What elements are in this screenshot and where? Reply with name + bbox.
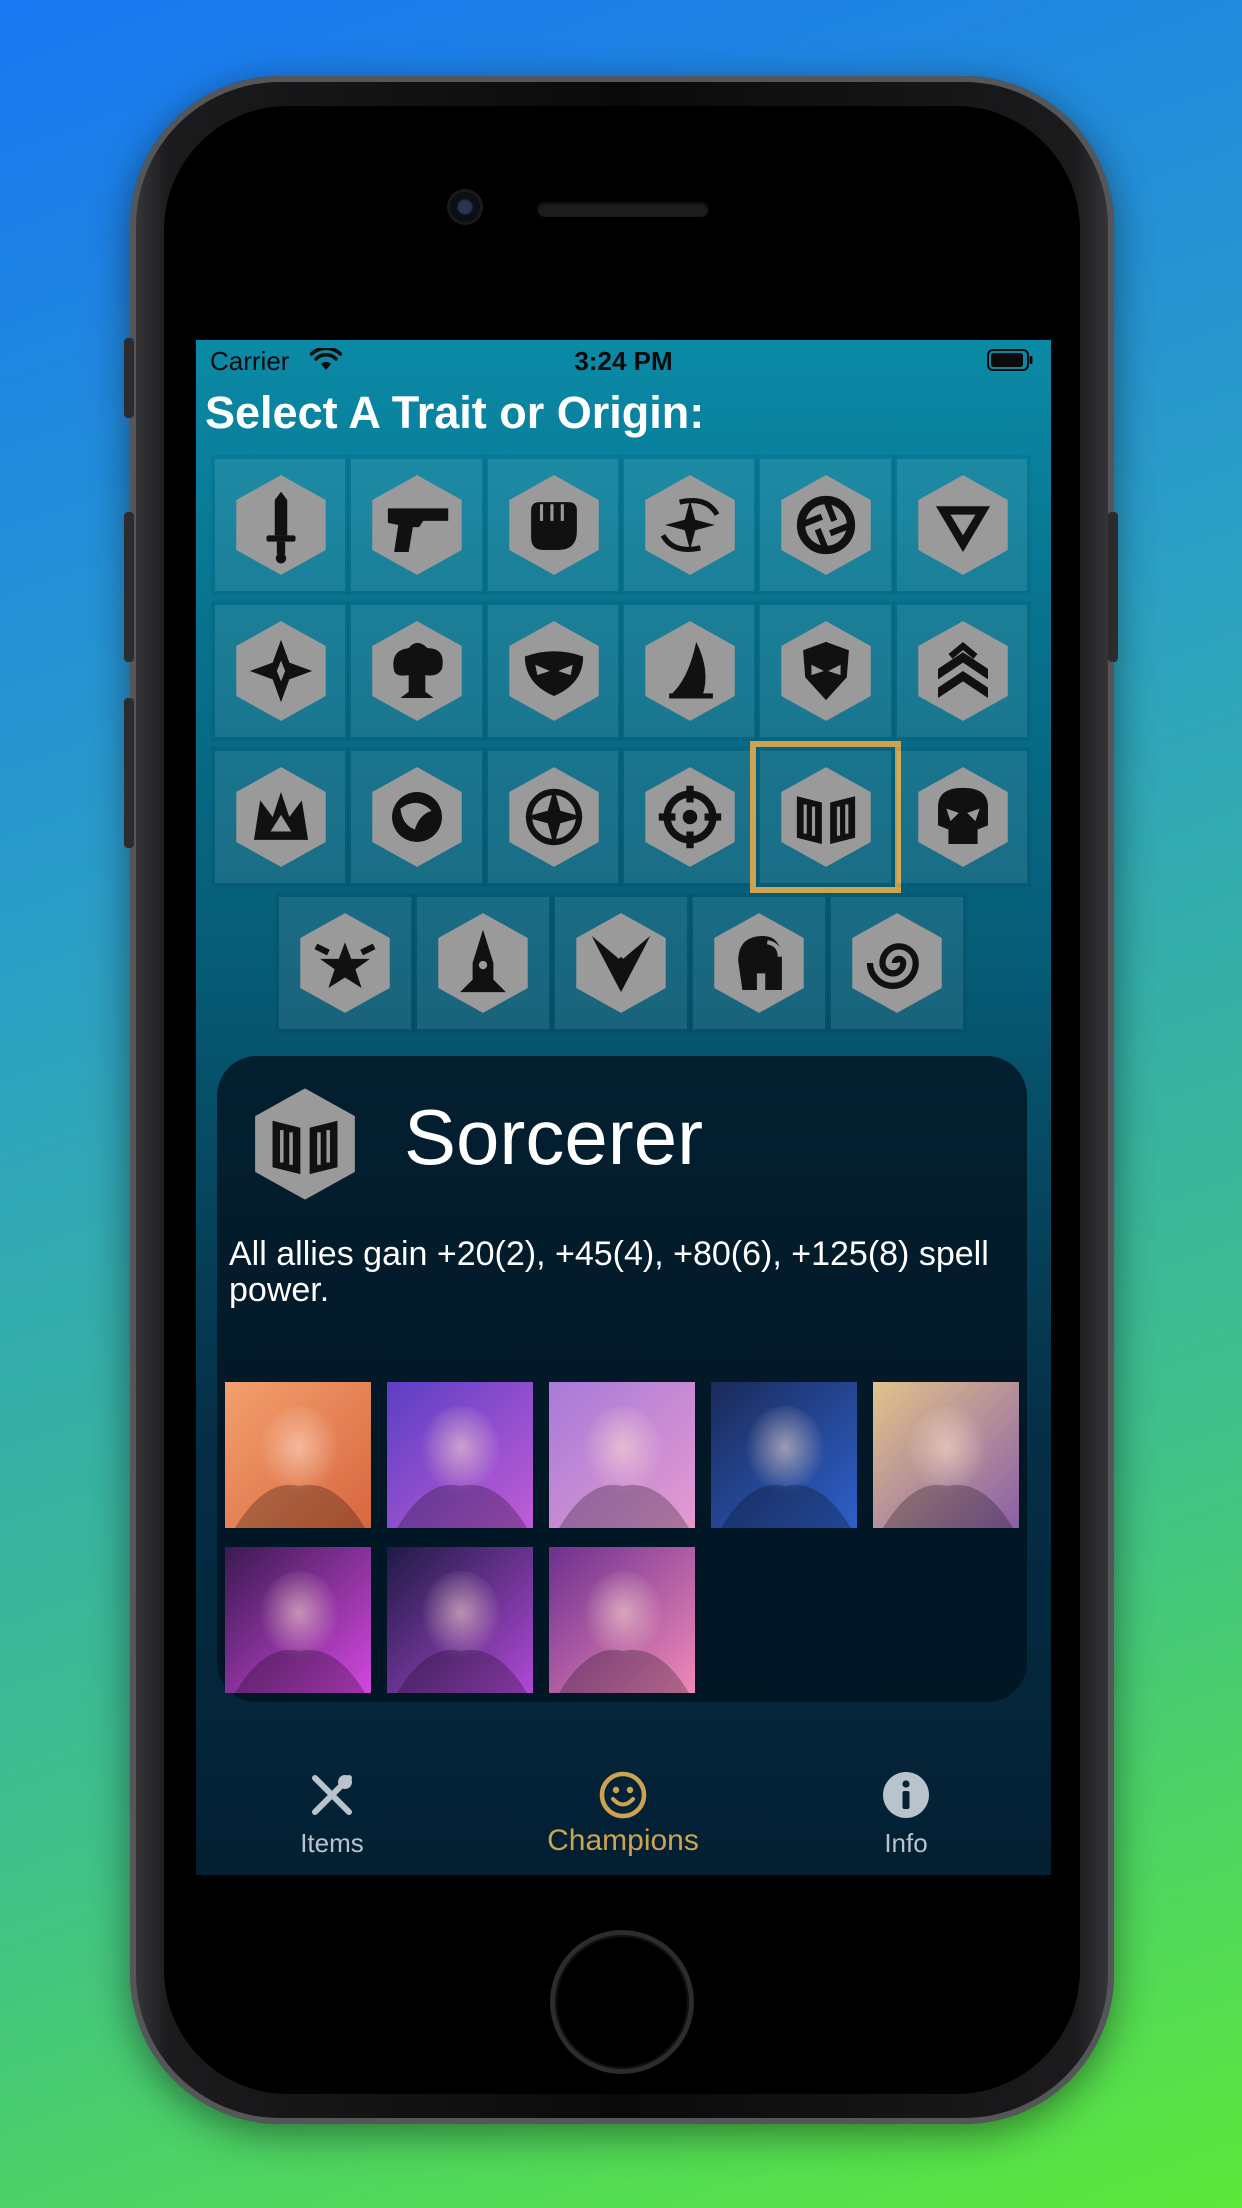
gun-icon bbox=[372, 475, 463, 575]
earpiece-speaker bbox=[537, 201, 709, 217]
app-screen: Carrier 3:24 PM Select A Trait or Origin… bbox=[196, 340, 1051, 1875]
blade-icon bbox=[645, 621, 735, 721]
tab-champions-label: Champions bbox=[547, 1824, 699, 1857]
home-button[interactable] bbox=[555, 1935, 689, 2069]
trait-button-gun[interactable] bbox=[351, 459, 482, 591]
trait-button-wings[interactable] bbox=[555, 897, 687, 1029]
tab-info[interactable]: Info bbox=[796, 1740, 1016, 1875]
tab-champions[interactable]: Champions bbox=[513, 1740, 733, 1875]
trait-detail-card: Sorcerer All allies gain +20(2), +45(4),… bbox=[217, 1056, 1027, 1702]
mask-icon bbox=[508, 621, 599, 721]
champion-portrait-8-art bbox=[549, 1547, 695, 1693]
book-icon bbox=[781, 767, 872, 867]
spiral-icon bbox=[852, 913, 942, 1013]
swirl-orb-icon bbox=[372, 767, 463, 867]
status-time: 3:24 PM bbox=[574, 346, 673, 376]
champion-portrait-4[interactable] bbox=[711, 1382, 857, 1528]
trait-name: Sorcerer bbox=[404, 1093, 704, 1181]
mushroom-cloud-icon bbox=[372, 621, 463, 721]
champion-portrait-1-art bbox=[225, 1382, 371, 1528]
front-camera bbox=[450, 192, 480, 222]
champion-portrait-5-art bbox=[873, 1382, 1019, 1528]
triangle-icon bbox=[917, 475, 1008, 575]
champion-portrait-1[interactable] bbox=[225, 1382, 371, 1528]
champion-portrait-3-art bbox=[549, 1382, 695, 1528]
fist-icon bbox=[508, 475, 599, 575]
trait-button-sparkle[interactable] bbox=[623, 459, 755, 591]
trait-button-spartan-helmet[interactable] bbox=[693, 897, 825, 1029]
trait-row bbox=[212, 452, 1030, 598]
page-title: Select A Trait or Origin: bbox=[205, 387, 705, 438]
tab-bar: Items Champions Info bbox=[196, 1740, 1051, 1875]
crosshair-icon bbox=[645, 767, 735, 867]
trait-button-compass-star[interactable] bbox=[487, 751, 618, 883]
trait-button-fist[interactable] bbox=[487, 459, 618, 591]
trait-row bbox=[212, 890, 1030, 1036]
volume-down-button bbox=[124, 698, 134, 848]
trait-row bbox=[212, 741, 1030, 893]
tab-info-label: Info bbox=[884, 1828, 928, 1858]
tab-items[interactable]: Items bbox=[222, 1740, 442, 1875]
champion-portrait-6-art bbox=[225, 1547, 371, 1693]
trait-button-star-spark[interactable] bbox=[215, 605, 346, 737]
trait-button-skull[interactable] bbox=[896, 751, 1027, 883]
volume-up-button bbox=[124, 512, 134, 662]
skull-icon bbox=[917, 767, 1008, 867]
mute-switch bbox=[124, 338, 134, 418]
status-bar: Carrier 3:24 PM bbox=[196, 340, 1051, 382]
trait-button-helmet[interactable] bbox=[760, 605, 891, 737]
champion-portrait-3[interactable] bbox=[549, 1382, 695, 1528]
aperture-icon bbox=[781, 475, 872, 575]
rocket-icon bbox=[438, 913, 528, 1013]
champion-portrait-5[interactable] bbox=[873, 1382, 1019, 1528]
trait-grid bbox=[212, 452, 1030, 1036]
spartan-helmet-icon bbox=[714, 913, 804, 1013]
trait-button-swirl-orb[interactable] bbox=[351, 751, 482, 883]
star-spark-icon bbox=[236, 621, 326, 721]
detail-book-icon bbox=[255, 1088, 355, 1200]
info-icon bbox=[883, 1772, 929, 1818]
tab-items-label: Items bbox=[300, 1828, 364, 1858]
trait-button-rocket[interactable] bbox=[417, 897, 549, 1029]
champion-portrait-7-art bbox=[387, 1547, 533, 1693]
trait-button-sword[interactable] bbox=[215, 459, 346, 591]
sword-icon bbox=[236, 475, 326, 575]
trait-button-crosshair[interactable] bbox=[623, 751, 755, 883]
trait-button-star-guardian[interactable] bbox=[279, 897, 411, 1029]
trait-button-crown[interactable] bbox=[215, 751, 346, 883]
star-guardian-icon bbox=[300, 913, 390, 1013]
champion-portrait-2-art bbox=[387, 1382, 533, 1528]
champion-portrait-4-art bbox=[711, 1382, 857, 1528]
battery-icon bbox=[987, 349, 1033, 371]
trait-description: All allies gain +20(2), +45(4), +80(6), … bbox=[229, 1235, 989, 1309]
compass-star-icon bbox=[508, 767, 599, 867]
champion-portrait-6[interactable] bbox=[225, 1547, 371, 1693]
champion-portrait-8[interactable] bbox=[549, 1547, 695, 1693]
crown-icon bbox=[236, 767, 326, 867]
chevrons-up-icon bbox=[917, 621, 1008, 721]
trait-row bbox=[212, 598, 1030, 744]
sword-fork-icon bbox=[312, 1775, 352, 1815]
trait-button-spiral[interactable] bbox=[831, 897, 963, 1029]
trait-button-book[interactable] bbox=[750, 741, 901, 893]
wings-icon bbox=[576, 913, 666, 1013]
smiley-icon bbox=[599, 1771, 647, 1819]
trait-button-blade[interactable] bbox=[623, 605, 755, 737]
sparkle-icon bbox=[645, 475, 735, 575]
trait-button-aperture[interactable] bbox=[760, 459, 891, 591]
champion-portrait-7[interactable] bbox=[387, 1547, 533, 1693]
trait-button-mushroom-cloud[interactable] bbox=[351, 605, 482, 737]
trait-button-chevrons-up[interactable] bbox=[896, 605, 1027, 737]
trait-button-triangle[interactable] bbox=[896, 459, 1027, 591]
champion-portrait-2[interactable] bbox=[387, 1382, 533, 1528]
power-button bbox=[1108, 512, 1118, 662]
trait-button-mask[interactable] bbox=[487, 605, 618, 737]
helmet-icon bbox=[781, 621, 872, 721]
